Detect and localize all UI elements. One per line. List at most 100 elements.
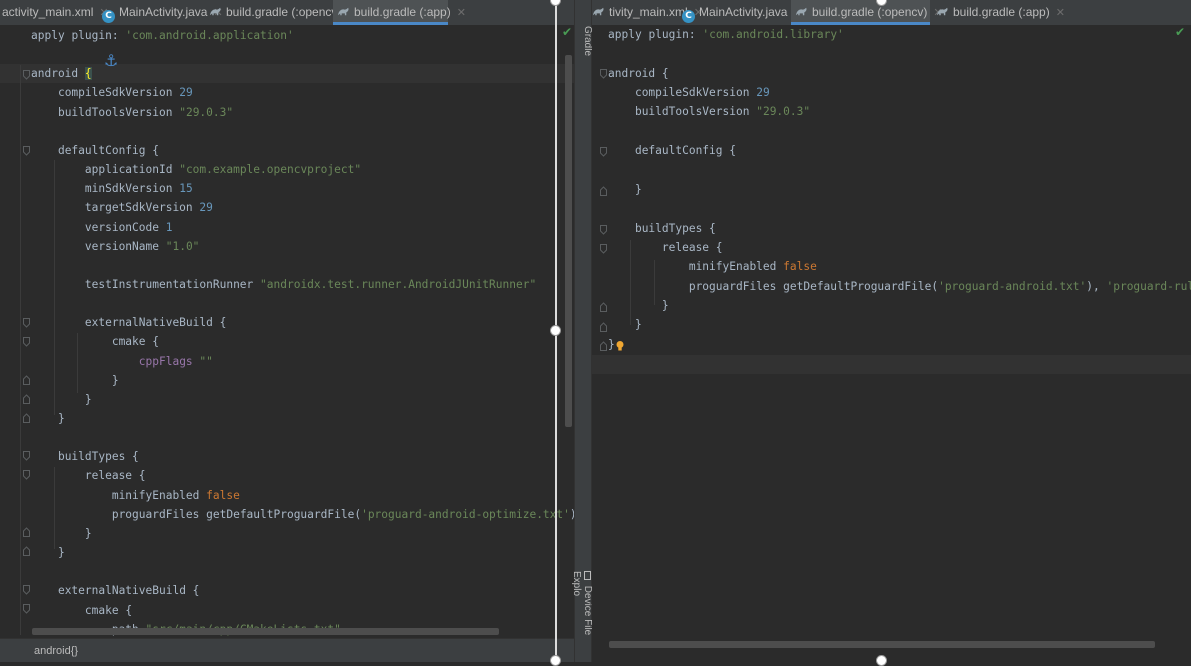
- code-line[interactable]: minifyEnabled false: [31, 486, 240, 505]
- right-code-editor[interactable]: apply plugin: 'com.android.library' andro…: [592, 25, 1191, 662]
- code-line[interactable]: apply plugin: 'com.android.application': [31, 26, 294, 45]
- breadcrumb[interactable]: android{}: [0, 638, 574, 662]
- no-problems-checkmark-icon[interactable]: ✔: [562, 25, 572, 39]
- tab-label: build.gradle (:opencv): [812, 5, 928, 19]
- tab-build-gradle-opencv[interactable]: build.gradle (:opencv)✕: [205, 0, 357, 25]
- gradle-tool-tab[interactable]: Gradle: [575, 26, 593, 56]
- close-icon[interactable]: ✕: [1056, 6, 1065, 19]
- splitter-handle[interactable]: [550, 655, 561, 666]
- code-line[interactable]: }: [608, 315, 642, 334]
- code-line[interactable]: apply plugin: 'com.android.library': [608, 25, 844, 44]
- code-line[interactable]: }: [608, 180, 642, 199]
- code-line[interactable]: applicationId "com.example.opencvproject…: [31, 160, 361, 179]
- fold-end-marker-icon[interactable]: [600, 341, 607, 351]
- fold-end-marker-icon[interactable]: [23, 375, 30, 385]
- fold-end-marker-icon[interactable]: [23, 394, 30, 404]
- fold-marker-icon[interactable]: [23, 604, 30, 614]
- tab-label: build.gradle (:app): [953, 5, 1050, 19]
- fold-end-marker-icon[interactable]: [23, 527, 30, 537]
- tab-activity-main-xml[interactable]: activity_main.xml✕: [0, 0, 109, 25]
- right-tool-window-strip: Gradle Device File Explo: [571, 0, 593, 662]
- device-file-explorer-tool-tab[interactable]: Device File Explo: [571, 571, 593, 662]
- indent-guide: [20, 65, 21, 635]
- tab-build-gradle-opencv[interactable]: build.gradle (:opencv)✕: [791, 0, 943, 25]
- code-line[interactable]: buildToolsVersion "29.0.3": [31, 103, 233, 122]
- breadcrumb-item[interactable]: android{}: [34, 645, 78, 657]
- code-line[interactable]: defaultConfig {: [31, 141, 159, 160]
- window-resize-handle[interactable]: [876, 655, 887, 666]
- fold-marker-icon[interactable]: [23, 585, 30, 595]
- code-line[interactable]: }: [31, 543, 65, 562]
- fold-end-marker-icon[interactable]: [600, 186, 607, 196]
- tab-build-gradle-app[interactable]: build.gradle (:app) ✕: [932, 0, 1065, 25]
- code-line[interactable]: externalNativeBuild {: [31, 313, 226, 332]
- tab-label: MainActivity.java: [699, 5, 788, 19]
- fold-marker-icon[interactable]: [23, 451, 30, 461]
- fold-marker-icon[interactable]: [600, 225, 607, 235]
- java-class-icon: C: [102, 10, 115, 23]
- code-line[interactable]: versionName "1.0": [31, 237, 200, 256]
- code-line[interactable]: buildTypes {: [31, 447, 139, 466]
- device-file-explorer-label: Device File Explo: [571, 571, 593, 636]
- fold-marker-icon[interactable]: [600, 69, 607, 79]
- tab-activity-main-xml[interactable]: tivity_main.xml ✕: [592, 0, 703, 25]
- left-code-editor[interactable]: apply plugin: 'com.android.application' a…: [0, 25, 574, 662]
- code-line[interactable]: proguardFiles getDefaultProguardFile('pr…: [31, 505, 574, 524]
- fold-end-marker-icon[interactable]: [600, 302, 607, 312]
- no-problems-checkmark-icon[interactable]: ✔: [1175, 25, 1185, 39]
- code-line[interactable]: buildTypes {: [608, 219, 716, 238]
- horizontal-scrollbar[interactable]: [32, 628, 499, 635]
- close-icon[interactable]: ✕: [457, 6, 466, 19]
- code-line[interactable]: cmake {: [31, 601, 132, 620]
- fold-end-marker-icon[interactable]: [600, 322, 607, 332]
- code-line[interactable]: minSdkVersion 15: [31, 179, 193, 198]
- tab-build-gradle-app[interactable]: build.gradle (:app) ✕: [333, 0, 466, 25]
- left-tab-bar: activity_main.xml✕ C MainActivity.java ✕ b…: [0, 0, 574, 26]
- code-line[interactable]: compileSdkVersion 29: [31, 83, 193, 102]
- code-line[interactable]: targetSdkVersion 29: [31, 198, 213, 217]
- horizontal-scrollbar[interactable]: [609, 641, 1155, 648]
- tab-mainactivity-java[interactable]: CMainActivity.java✕: [98, 0, 223, 25]
- code-line[interactable]: testInstrumentationRunner "androidx.test…: [31, 275, 536, 294]
- anchor-icon: ⚓: [104, 51, 119, 70]
- code-line[interactable]: }: [31, 390, 92, 409]
- left-editor-pane: activity_main.xml✕ C MainActivity.java ✕ b…: [0, 0, 574, 662]
- fold-end-marker-icon[interactable]: [23, 413, 30, 423]
- fold-marker-icon[interactable]: [600, 244, 607, 254]
- tab-mainactivity-java[interactable]: CMainActivity.java✕: [678, 0, 803, 25]
- fold-end-marker-icon[interactable]: [23, 546, 30, 556]
- code-line[interactable]: release {: [608, 238, 723, 257]
- gradle-icon: [795, 7, 807, 16]
- code-line[interactable]: cmake {: [31, 332, 159, 351]
- code-line[interactable]: compileSdkVersion 29: [608, 83, 770, 102]
- vertical-scrollbar[interactable]: [565, 55, 572, 427]
- code-line[interactable]: versionCode 1: [31, 218, 173, 237]
- code-line[interactable]: minifyEnabled false: [608, 257, 817, 276]
- tab-label: tivity_main.xml: [609, 5, 688, 19]
- code-line[interactable]: }: [608, 335, 615, 354]
- code-line[interactable]: buildToolsVersion "29.0.3": [608, 102, 810, 121]
- code-line[interactable]: android {: [31, 64, 92, 83]
- fold-marker-icon[interactable]: [23, 470, 30, 480]
- gradle-icon: [209, 7, 221, 16]
- device-icon: [583, 571, 591, 580]
- code-line[interactable]: }: [31, 371, 119, 390]
- fold-marker-icon[interactable]: [23, 337, 30, 347]
- code-line[interactable]: proguardFiles getDefaultProguardFile('pr…: [608, 277, 1191, 296]
- fold-marker-icon[interactable]: [23, 70, 30, 80]
- code-line[interactable]: }: [31, 524, 92, 543]
- gradle-icon: [592, 7, 604, 16]
- lightbulb-intention-icon[interactable]: [616, 341, 624, 351]
- code-line[interactable]: }: [31, 409, 65, 428]
- splitter-handle[interactable]: [550, 325, 561, 336]
- tab-label: MainActivity.java: [119, 5, 208, 19]
- fold-marker-icon[interactable]: [600, 147, 607, 157]
- fold-marker-icon[interactable]: [23, 146, 30, 156]
- code-line[interactable]: defaultConfig {: [608, 141, 736, 160]
- code-line[interactable]: }: [608, 296, 669, 315]
- code-line[interactable]: android {: [608, 64, 669, 83]
- code-line[interactable]: externalNativeBuild {: [31, 581, 199, 600]
- code-line[interactable]: cppFlags "": [31, 352, 213, 371]
- code-line[interactable]: release {: [31, 466, 146, 485]
- fold-marker-icon[interactable]: [23, 318, 30, 328]
